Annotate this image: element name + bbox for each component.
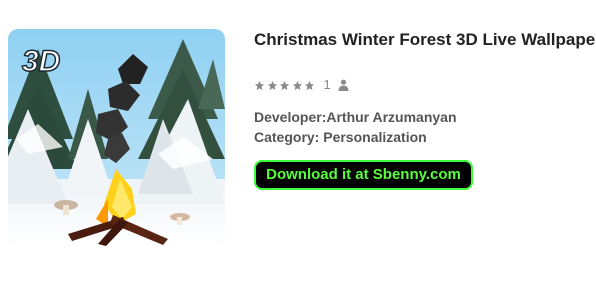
star-icon [267,80,278,91]
developer-info: Developer:Arthur Arzumanyan [254,109,457,125]
app-icon-image[interactable]: 3D [8,29,225,246]
winter-forest-campfire-illustration: 3D [8,29,225,246]
rating-count: 1 [323,77,331,92]
user-icon [338,79,349,91]
download-button-label: Download it at Sbenny.com [266,166,461,183]
badge-3d: 3D [22,45,60,78]
category-info: Category: Personalization [254,129,427,145]
star-rating [254,80,317,91]
star-icon [304,80,315,91]
star-icon [254,80,265,91]
star-icon [279,80,290,91]
app-title: Christmas Winter Forest 3D Live Wallpape… [254,30,596,49]
star-icon [292,80,303,91]
download-button[interactable]: Download it at Sbenny.com [254,160,473,190]
rating-row: 1 [254,78,349,92]
